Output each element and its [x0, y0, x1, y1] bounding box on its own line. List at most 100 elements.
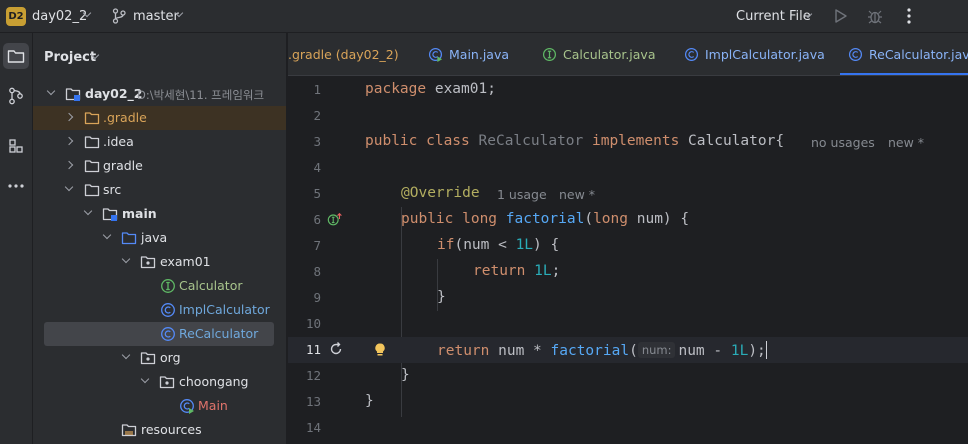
tab-main-java[interactable]: Main.java — [428, 33, 509, 75]
line-number: 3 — [313, 134, 321, 149]
code-line[interactable]: 7 if(num < 1L) { — [288, 233, 968, 259]
author-hint[interactable]: new * — [559, 187, 595, 202]
resources-folder-icon — [121, 424, 137, 437]
chevron-down-icon[interactable] — [121, 254, 131, 264]
tree-item-project-root[interactable]: day02_2 D:\박세현\11. 프레임워크 — [33, 82, 286, 106]
tab-implcalculator-java[interactable]: ImplCalculator.java — [684, 33, 825, 75]
tool-window-strip — [0, 33, 33, 444]
branch-name[interactable]: master — [133, 9, 179, 24]
line-number: 4 — [313, 160, 321, 175]
tab-label: .gradle (day02_2) — [288, 47, 399, 62]
project-tool-button[interactable] — [3, 43, 29, 69]
commit-tool-button[interactable] — [3, 83, 29, 109]
chevron-down-icon[interactable] — [140, 374, 150, 384]
code-line[interactable]: 6 public long factorial(long num) { — [288, 207, 968, 233]
tab-label: Calculator.java — [563, 47, 656, 62]
line-number: 12 — [305, 368, 321, 383]
code-editor[interactable]: 1 package exam01; 2 3 public class ReCal… — [288, 77, 968, 444]
tree-item-implcalculator[interactable]: ImplCalculator — [33, 298, 286, 322]
tree-item-label: choongang — [179, 374, 249, 389]
code-text: } — [365, 393, 374, 409]
chevron-down-icon[interactable] — [46, 86, 56, 96]
chevron-down-icon[interactable] — [121, 350, 131, 360]
tree-item-package-choongang[interactable]: choongang — [33, 370, 286, 394]
tree-item-main-class[interactable]: Main — [33, 394, 286, 418]
code-line-current[interactable]: 11 return num * factorial(num: num - 1L); — [288, 337, 968, 363]
line-number: 9 — [313, 290, 321, 305]
runnable-class-icon — [180, 399, 194, 414]
project-name[interactable]: day02_2 — [32, 9, 87, 24]
module-folder-icon — [65, 88, 81, 101]
tree-item-label: org — [160, 350, 181, 365]
project-badge[interactable]: D2 — [6, 7, 26, 26]
tree-item-label: .idea — [103, 134, 134, 149]
source-folder-icon — [121, 232, 137, 245]
code-line[interactable]: 8 return 1L; — [288, 259, 968, 285]
code-line[interactable]: 2 — [288, 103, 968, 129]
run-icon[interactable] — [834, 8, 848, 24]
code-line[interactable]: 10 — [288, 311, 968, 337]
more-vertical-icon[interactable] — [906, 7, 912, 25]
tree-item-src[interactable]: src — [33, 178, 286, 202]
code-line[interactable]: 13 } — [288, 389, 968, 415]
code-line[interactable]: 3 public class ReCalculator implements C… — [288, 129, 968, 155]
class-icon — [161, 327, 175, 341]
tree-item-label: .gradle — [103, 110, 147, 125]
tree-item-java-source-root[interactable]: java — [33, 226, 286, 250]
debug-icon[interactable] — [867, 8, 883, 24]
line-number: 2 — [313, 108, 321, 123]
usages-hint[interactable]: no usages — [811, 135, 875, 150]
chevron-right-icon[interactable] — [64, 136, 74, 146]
module-folder-icon — [102, 208, 118, 221]
more-tools-button[interactable] — [3, 173, 29, 199]
tree-item-main-folder[interactable]: main — [33, 202, 286, 226]
lightbulb-icon[interactable] — [372, 342, 388, 358]
project-path: D:\박세현\11. 프레임워크 — [137, 88, 265, 102]
tab-calculator-java[interactable]: Calculator.java — [542, 33, 656, 75]
line-number: 11 — [305, 342, 321, 357]
code-line[interactable]: 1 package exam01; — [288, 77, 968, 103]
panel-title[interactable]: Project — [44, 50, 96, 65]
chevron-right-icon[interactable] — [64, 112, 74, 122]
tree-item-idea[interactable]: .idea — [33, 130, 286, 154]
run-config-selector[interactable]: Current File — [736, 9, 811, 24]
tree-item-package-org[interactable]: org — [33, 346, 286, 370]
tree-item-package-exam01[interactable]: exam01 — [33, 250, 286, 274]
chevron-right-icon[interactable] — [64, 160, 74, 170]
package-icon — [140, 352, 156, 365]
code-line[interactable]: 12 } — [288, 363, 968, 389]
line-number: 1 — [313, 82, 321, 97]
tree-item-label: resources — [141, 422, 202, 437]
tree-item-resources[interactable]: resources — [33, 418, 286, 442]
tree-item-gradle-cache[interactable]: .gradle — [33, 106, 286, 130]
line-number: 13 — [305, 394, 321, 409]
chevron-down-icon[interactable] — [83, 206, 93, 216]
code-line[interactable]: 4 — [288, 155, 968, 181]
structure-icon — [9, 139, 23, 153]
code-text: return 1L; — [473, 263, 561, 279]
code-line[interactable]: 5 @Override 1 usage new * — [288, 181, 968, 207]
tree-item-label: src — [103, 182, 122, 197]
chevron-down-icon[interactable] — [64, 182, 74, 192]
usages-hint[interactable]: 1 usage — [497, 187, 547, 202]
code-text: return num * factorial(num: num - 1L); — [437, 341, 768, 359]
folder-icon — [7, 50, 25, 63]
code-text: public class ReCalculator implements Cal… — [365, 133, 785, 149]
tree-item-label: Main — [198, 398, 228, 413]
tree-item-gradle[interactable]: gradle — [33, 154, 286, 178]
tree-item-calculator[interactable]: Calculator — [33, 274, 286, 298]
code-line[interactable]: 9 } — [288, 285, 968, 311]
tab-gradle[interactable]: .gradle (day02_2) — [288, 33, 399, 75]
folder-icon — [84, 160, 100, 173]
tree-item-recalculator[interactable]: ReCalculator — [44, 322, 274, 346]
author-hint[interactable]: new * — [888, 135, 924, 150]
recursive-call-icon[interactable] — [328, 341, 344, 357]
git-branch-icon[interactable] — [112, 8, 126, 24]
implements-method-icon[interactable] — [327, 211, 343, 227]
code-line[interactable]: 14 — [288, 415, 968, 441]
tab-recalculator-java[interactable]: ReCalculator.java — [839, 33, 968, 75]
structure-tool-button[interactable] — [3, 133, 29, 159]
code-text: public long factorial(long num) { — [401, 211, 690, 227]
tree-item-label: ImplCalculator — [179, 302, 270, 317]
chevron-down-icon[interactable] — [102, 230, 112, 240]
